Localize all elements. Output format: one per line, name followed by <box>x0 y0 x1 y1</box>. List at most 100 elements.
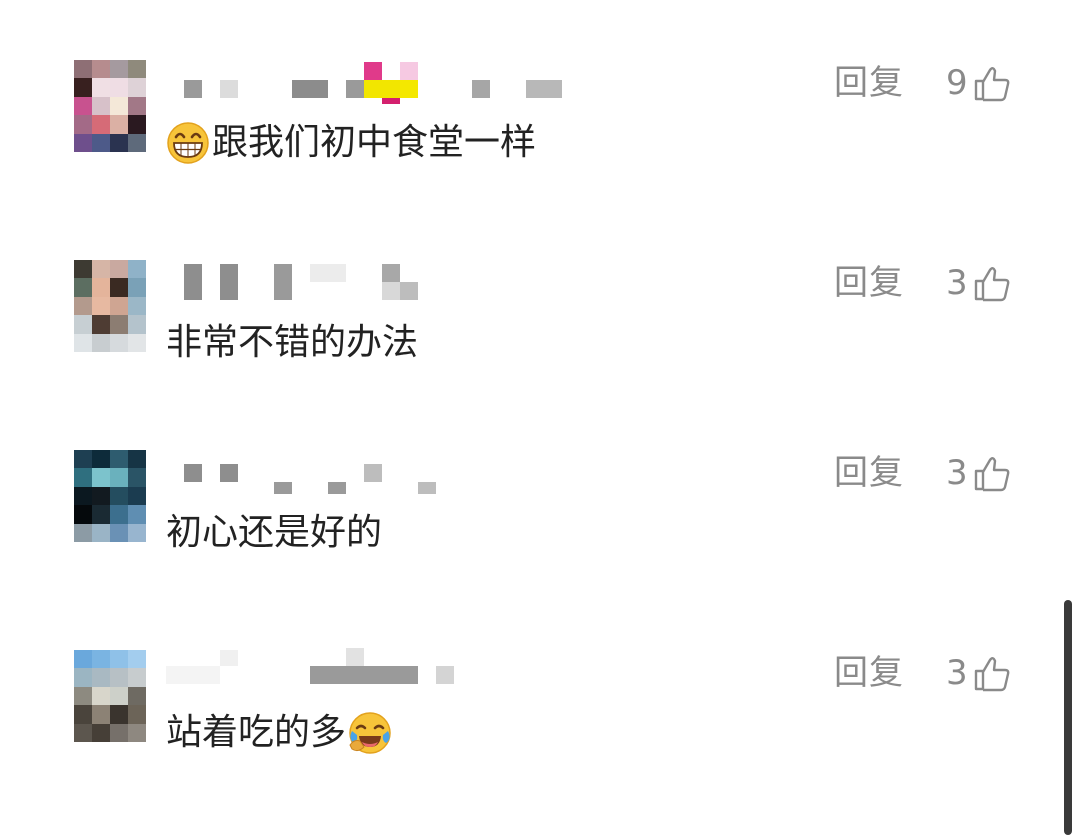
avatar-pixel <box>92 278 110 297</box>
comment-text: 站着吃的多 <box>166 712 347 753</box>
comment-item: 非常不错的办法 回复 3 <box>0 250 1080 420</box>
avatar-pixel <box>74 296 92 316</box>
comment-text-row: 跟我们初中食堂一样 <box>166 116 536 170</box>
like-button[interactable]: 3 <box>946 650 1012 696</box>
reply-button[interactable]: 回复 <box>834 260 904 306</box>
avatar-pixel <box>110 486 128 506</box>
avatar[interactable] <box>74 450 146 542</box>
avatar-pixel <box>128 260 146 279</box>
like-button[interactable]: 3 <box>946 260 1012 306</box>
username-blurred[interactable] <box>166 50 586 110</box>
avatar-pixel <box>74 450 92 469</box>
avatar-pixel <box>110 705 128 724</box>
avatar[interactable] <box>74 60 146 152</box>
avatar-pixel <box>92 505 110 524</box>
comment-text: 跟我们初中食堂一样 <box>212 122 537 163</box>
avatar-pixel <box>92 296 110 316</box>
avatar-pixel <box>92 486 110 506</box>
reply-button[interactable]: 回复 <box>834 60 904 106</box>
avatar-pixel <box>74 96 92 116</box>
comment-text-row: 站着吃的多 <box>166 706 392 760</box>
avatar-pixel <box>110 668 128 687</box>
avatar-pixel <box>74 133 92 152</box>
avatar-pixel <box>74 278 92 297</box>
avatar-pixel <box>128 723 146 742</box>
avatar-pixel <box>92 260 110 279</box>
avatar-pixel <box>128 468 146 487</box>
avatar-pixel <box>128 296 146 316</box>
avatar-pixel <box>128 333 146 352</box>
avatar-pixel <box>110 96 128 116</box>
avatar-pixel <box>128 523 146 542</box>
avatar-pixel <box>74 523 92 542</box>
avatar-pixel <box>74 505 92 524</box>
avatar-pixel <box>128 96 146 116</box>
avatar-pixel <box>128 486 146 506</box>
avatar-pixel <box>92 705 110 724</box>
avatar[interactable] <box>74 260 146 352</box>
avatar-pixel <box>92 333 110 352</box>
avatar-pixel <box>110 468 128 487</box>
grinning-face-with-smiling-eyes-icon <box>167 122 209 164</box>
avatar-pixel <box>128 60 146 79</box>
scrollbar[interactable] <box>1064 600 1072 835</box>
avatar-pixel <box>128 78 146 97</box>
comment-text-row: 非常不错的办法 <box>166 316 418 370</box>
comment-item: 跟我们初中食堂一样 回复 9 <box>0 50 1080 220</box>
avatar-pixel <box>128 705 146 724</box>
avatar-pixel <box>74 686 92 706</box>
reply-button[interactable]: 回复 <box>834 650 904 696</box>
thumbs-up-outline-icon <box>974 67 1010 102</box>
comment-text-row: 初心还是好的 <box>166 506 382 560</box>
username-blurred[interactable] <box>166 440 586 500</box>
avatar-pixel <box>74 78 92 97</box>
avatar-pixel <box>110 523 128 542</box>
avatar-pixel <box>74 705 92 724</box>
avatar-pixel <box>74 468 92 487</box>
face-with-tears-of-joy-icon <box>349 712 391 754</box>
avatar-pixel <box>128 115 146 134</box>
avatar-pixel <box>74 486 92 506</box>
avatar-pixel <box>110 650 128 669</box>
avatar-pixel <box>92 468 110 487</box>
avatar-pixel <box>110 296 128 316</box>
avatar-pixel <box>110 315 128 334</box>
like-count: 3 <box>946 653 968 693</box>
like-count: 3 <box>946 263 968 303</box>
like-count: 9 <box>946 63 968 103</box>
avatar-pixel <box>128 450 146 469</box>
avatar-pixel <box>110 686 128 706</box>
avatar-pixel <box>74 315 92 334</box>
comment-item: 站着吃的多 回复 3 <box>0 640 1080 810</box>
avatar-pixel <box>128 505 146 524</box>
avatar-pixel <box>128 686 146 706</box>
avatar-pixel <box>92 133 110 152</box>
like-button[interactable]: 3 <box>946 450 1012 496</box>
avatar-pixel <box>92 523 110 542</box>
comment-item: 初心还是好的 回复 3 <box>0 440 1080 610</box>
reply-button[interactable]: 回复 <box>834 450 904 496</box>
avatar-pixel <box>74 723 92 742</box>
avatar-pixel <box>74 115 92 134</box>
thumbs-up-outline-icon <box>974 457 1010 492</box>
avatar-pixel <box>92 78 110 97</box>
avatar-pixel <box>92 686 110 706</box>
avatar-pixel <box>92 60 110 79</box>
comment-text: 非常不错的办法 <box>166 322 419 363</box>
avatar-pixel <box>128 278 146 297</box>
avatar-pixel <box>110 333 128 352</box>
like-button[interactable]: 9 <box>946 60 1012 106</box>
thumbs-up-outline-icon <box>974 267 1010 302</box>
avatar-pixel <box>92 450 110 469</box>
avatar-pixel <box>110 115 128 134</box>
avatar[interactable] <box>74 650 146 742</box>
avatar-pixel <box>92 723 110 742</box>
avatar-pixel <box>74 668 92 687</box>
avatar-pixel <box>74 260 92 279</box>
avatar-pixel <box>110 505 128 524</box>
username-blurred[interactable] <box>166 640 586 700</box>
avatar-pixel <box>92 96 110 116</box>
avatar-pixel <box>110 450 128 469</box>
avatar-pixel <box>92 668 110 687</box>
username-blurred[interactable] <box>166 250 586 310</box>
